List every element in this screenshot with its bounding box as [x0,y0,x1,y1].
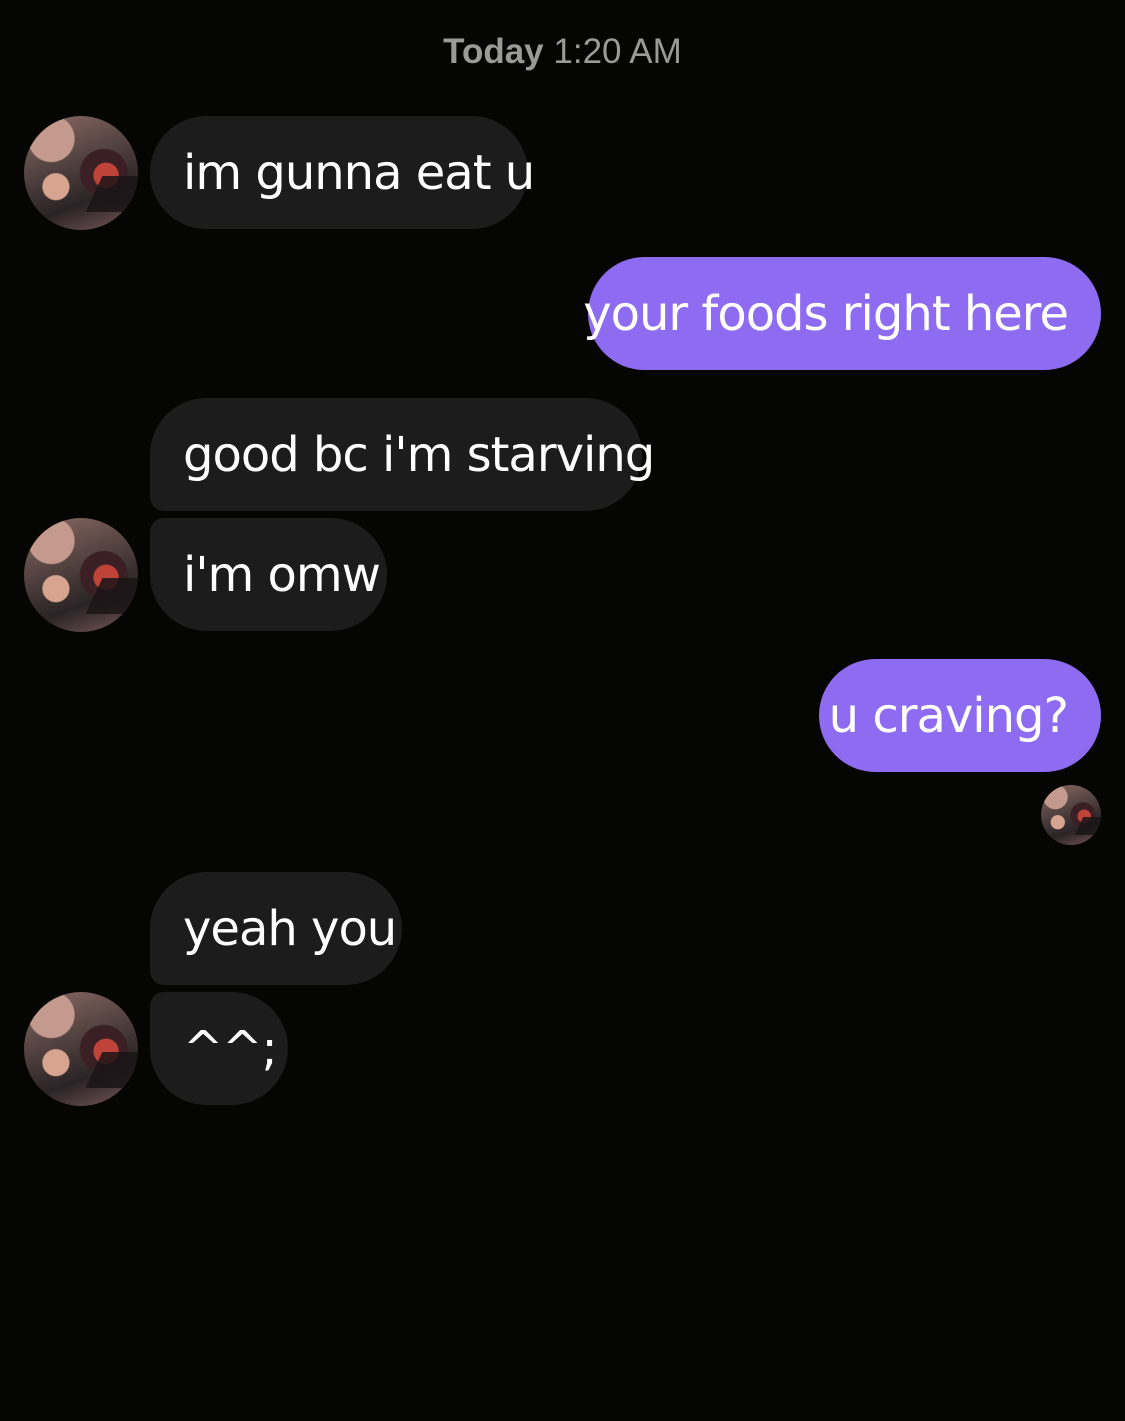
message-text: im gunna eat u [183,144,535,201]
incoming-message-bubble[interactable]: good bc i'm starving [150,398,655,511]
read-receipt-avatar [1041,785,1101,845]
contact-avatar[interactable] [24,116,138,230]
message-text: ^^; [183,1020,278,1077]
timestamp-time: 1:20 AM [553,32,682,71]
message-text: your foods right here [583,285,1069,342]
contact-avatar[interactable] [24,992,138,1106]
contact-avatar[interactable] [24,518,138,632]
message-text: yeah you [183,900,397,957]
message-text: good bc i'm starving [183,426,655,483]
incoming-message-bubble[interactable]: ^^; [150,992,288,1105]
outgoing-message-bubble[interactable]: your foods right here [583,257,1101,370]
message-text: u craving? [828,687,1069,744]
incoming-message-bubble[interactable]: yeah you [150,872,402,985]
outgoing-message-bubble[interactable]: u craving? [819,659,1101,772]
timestamp-day: Today [443,32,544,71]
chat-screen: Today 1:20 AM im gunna eat u your foods … [0,0,1125,1421]
message-timestamp: Today 1:20 AM [0,32,1125,72]
message-text: i'm omw [183,546,381,603]
incoming-message-bubble[interactable]: i'm omw [150,518,387,631]
incoming-message-bubble[interactable]: im gunna eat u [150,116,535,229]
